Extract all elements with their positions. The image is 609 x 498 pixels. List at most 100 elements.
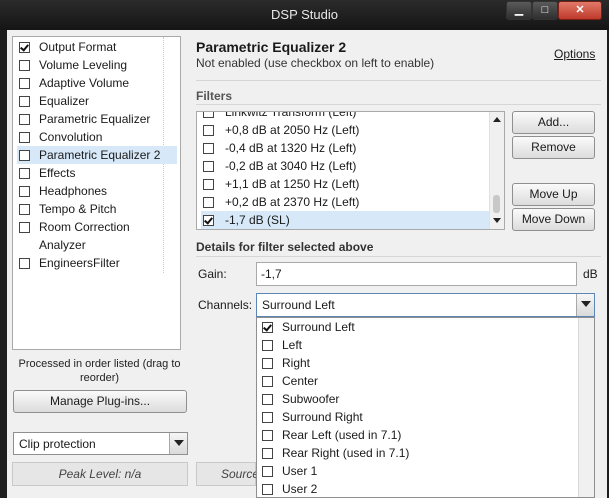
dsp-module-list[interactable]: Output Format Volume Leveling Adaptive Vol… [12,36,181,350]
channel-label: Center [282,374,319,388]
checkbox-icon[interactable] [19,186,30,197]
nav-item[interactable]: Parametric Equalizer [17,110,177,128]
filter-item[interactable]: -1,7 dB (SL) [201,211,489,229]
nav-item[interactable]: Equalizer [17,92,177,110]
checkbox-icon[interactable] [203,125,214,136]
filters-scrollbar[interactable] [489,112,504,229]
channel-label: Rear Left (used in 7.1) [282,428,402,442]
nav-label: Output Format [39,40,117,54]
checkbox-icon[interactable] [262,376,273,387]
channel-item[interactable]: Subwoofer [257,390,579,408]
nav-item[interactable]: Output Format [17,38,177,56]
channel-item[interactable]: Rear Left (used in 7.1) [257,426,579,444]
checkbox-icon[interactable] [262,412,273,423]
channel-item[interactable]: Surround Right [257,408,579,426]
checkbox-icon[interactable] [19,222,30,233]
add-filter-button[interactable]: Add... [512,111,595,134]
checkbox-icon[interactable] [262,394,273,405]
move-up-button[interactable]: Move Up [512,183,595,206]
nav-item[interactable]: Adaptive Volume [17,74,177,92]
checkbox-icon[interactable] [262,448,273,459]
nav-item[interactable]: Tempo & Pitch [17,200,177,218]
minimize-button[interactable]: ▁ [506,1,532,20]
move-down-button[interactable]: Move Down [512,208,595,231]
checkbox-icon[interactable] [19,168,30,179]
maximize-button[interactable]: □ [532,1,558,20]
checkbox-icon[interactable] [19,150,30,161]
enable-hint: Not enabled (use checkbox on left to ena… [196,56,435,70]
dropdown-scrollbar[interactable] [578,318,594,497]
nav-item[interactable]: Headphones [17,182,177,200]
chevron-down-icon[interactable] [576,294,594,316]
nav-item[interactable]: Volume Leveling [17,56,177,74]
filters-list[interactable]: Linkwitz Transform (Left) +0,8 dB at 2050… [196,111,505,230]
checkbox-icon[interactable] [262,358,273,369]
clip-protection-select[interactable]: Clip protection [13,432,188,455]
channel-item[interactable]: User 1 [257,462,579,480]
nav-item[interactable]: Room Correction [17,218,177,236]
nav-item[interactable]: Effects [17,164,177,182]
nav-item[interactable]: Analyzer [17,236,177,254]
channels-label: Channels: [198,298,253,312]
checkbox-icon[interactable] [19,78,30,89]
checkbox-icon[interactable] [19,60,30,71]
channel-item[interactable]: Left [257,336,579,354]
peak-level-status: Peak Level: n/a [12,462,188,486]
channel-item[interactable]: Rear Right (used in 7.1) [257,444,579,462]
filter-label: -0,2 dB at 3040 Hz (Left) [225,159,357,173]
source-status: Source [196,462,259,486]
channel-label: Right [282,356,311,370]
checkbox-icon[interactable] [203,161,214,172]
filter-item[interactable]: +0,2 dB at 2370 Hz (Left) [201,193,489,211]
gain-input[interactable]: -1,7 [256,262,577,286]
channel-item[interactable]: User 2 [257,480,579,498]
channel-label: Subwoofer [282,392,340,406]
checkbox-checked-icon[interactable] [203,215,214,226]
channel-item[interactable]: Surround Left [257,318,579,336]
options-link[interactable]: Options [554,47,595,61]
nav-item[interactable]: EngineersFilter [17,254,177,272]
filter-item[interactable]: -0,4 dB at 1320 Hz (Left) [201,139,489,157]
checkbox-checked-icon[interactable] [19,42,30,53]
checkbox-icon[interactable] [203,143,214,154]
filter-item[interactable]: +1,1 dB at 1250 Hz (Left) [201,175,489,193]
filter-label: -1,7 dB (SL) [225,213,290,227]
checkbox-icon[interactable] [19,96,30,107]
remove-filter-button[interactable]: Remove [512,136,595,159]
channels-dropdown[interactable]: Surround Left Left Right Center Subwoofer Sur… [256,317,595,498]
page-title: Parametric Equalizer 2 [196,39,347,55]
filter-item[interactable]: +0,8 dB at 2050 Hz (Left) [201,121,489,139]
gain-unit: dB [583,267,598,281]
checkbox-icon[interactable] [19,132,30,143]
channel-label: Left [282,338,303,352]
channel-item[interactable]: Right [257,354,579,372]
close-button[interactable]: ✕ [558,1,602,20]
checkbox-icon[interactable] [262,484,273,495]
channels-select[interactable]: Surround Left [256,293,595,317]
nav-label: Adaptive Volume [39,76,130,90]
filter-item[interactable]: Linkwitz Transform (Left) [201,112,489,121]
checkbox-icon[interactable] [203,179,214,190]
scroll-thumb[interactable] [493,195,500,213]
checkbox-icon[interactable] [203,112,214,118]
checkbox-icon[interactable] [262,430,273,441]
checkbox-icon[interactable] [19,258,30,269]
nav-item[interactable]: Convolution [17,128,177,146]
checkbox-icon[interactable] [19,114,30,125]
channel-label: User 1 [282,464,318,478]
channel-label: User 2 [282,482,318,496]
scroll-down-icon[interactable] [493,218,501,223]
nav-item[interactable]: Parametric Equalizer 2 [17,146,177,164]
filter-item[interactable]: -0,2 dB at 3040 Hz (Left) [201,157,489,175]
checkbox-icon[interactable] [262,340,273,351]
checkbox-icon[interactable] [262,466,273,477]
checkbox-icon[interactable] [203,197,214,208]
manage-plugins-button[interactable]: Manage Plug-ins... [13,390,187,413]
checkbox-checked-icon[interactable] [262,322,273,333]
scroll-up-icon[interactable] [493,117,501,122]
nav-label: Equalizer [39,94,90,108]
order-footnote: Processed in order listed (drag to reord… [18,358,181,384]
checkbox-icon[interactable] [19,204,30,215]
chevron-down-icon[interactable] [169,433,187,454]
channel-item[interactable]: Center [257,372,579,390]
